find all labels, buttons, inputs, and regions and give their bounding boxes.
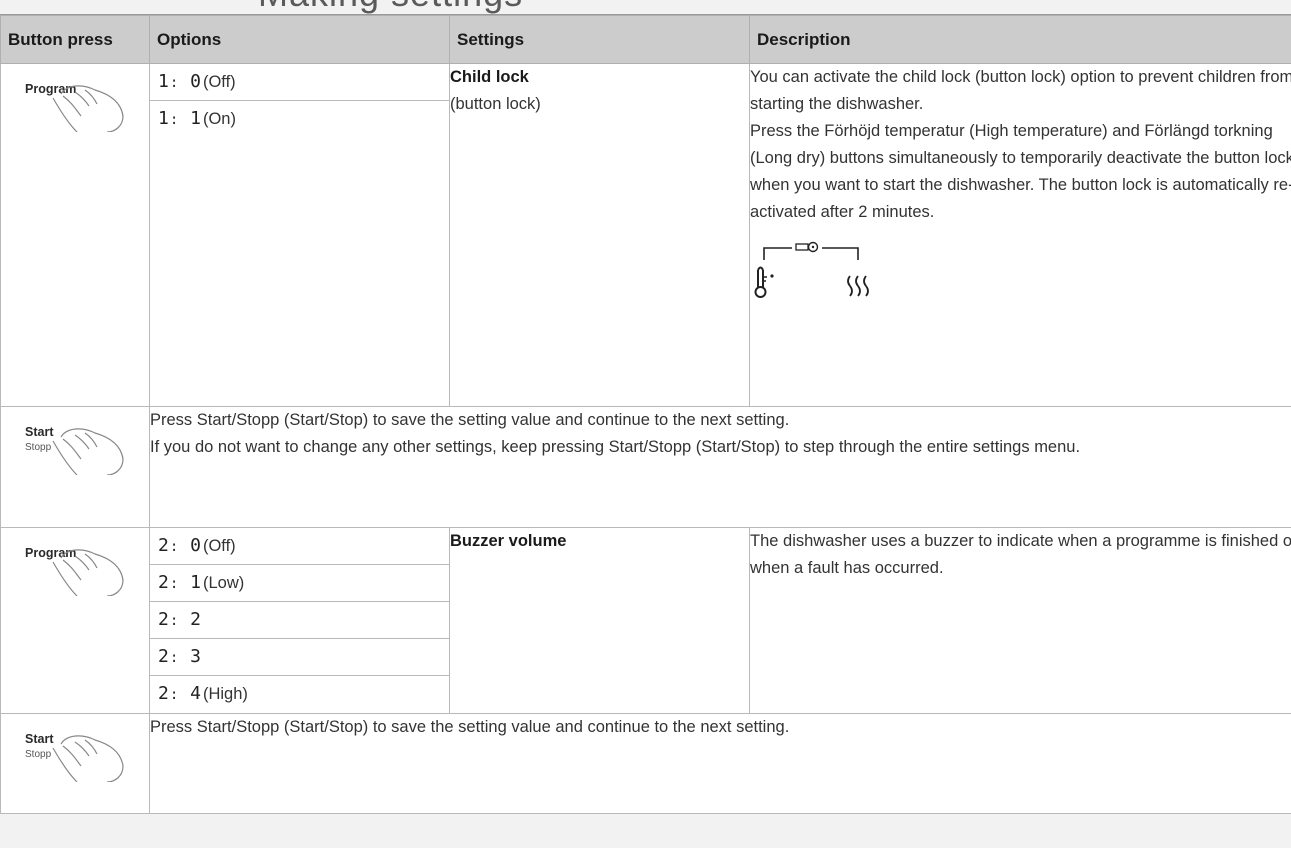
press-cell: Program <box>0 63 150 407</box>
instruction-cell: Press Start/Stopp (Start/Stop) to save t… <box>149 713 1291 814</box>
options-cell: 1: 0 (Off) 1: 1 (On) <box>149 63 450 407</box>
option-code: 2: 2 <box>158 608 201 630</box>
options-cell: 2: 0 (Off) 2: 1 (Low) 2: 2 2: 3 2: 4 (Hi… <box>149 527 450 714</box>
thermometer-icon <box>754 266 774 298</box>
table-row-start-stop: Start Stopp Press Start/Stopp (Start/Sto… <box>0 713 1291 814</box>
description-cell: You can activate the child lock (button … <box>749 63 1291 407</box>
option-label: (Low) <box>202 573 245 592</box>
option-row: 2: 1 (Low) <box>150 565 449 602</box>
option-label: (Off) <box>202 536 236 555</box>
col-header-options: Options <box>149 15 450 64</box>
setting-title: Buzzer volume <box>450 532 567 550</box>
option-code: 2: 1 <box>158 571 201 593</box>
steam-icon <box>847 275 869 297</box>
press-cell: Start Stopp <box>0 406 150 528</box>
option-row: 2: 3 <box>150 639 449 676</box>
description-text: Press the Förhöjd temperatur (High tempe… <box>750 122 1291 221</box>
page-title: Making settings <box>0 0 1291 14</box>
setting-title: Child lock <box>450 68 529 86</box>
setting-cell: Buzzer volume <box>449 527 750 714</box>
option-code: 2: 0 <box>158 534 201 556</box>
settings-table: Button press Options Settings Descriptio… <box>0 15 1291 814</box>
hand-press-icon <box>52 85 124 132</box>
program-button-hand: Program <box>23 536 133 596</box>
instruction-cell: Press Start/Stopp (Start/Stop) to save t… <box>149 406 1291 528</box>
option-row: 2: 4 (High) <box>150 676 449 713</box>
option-code: 2: 3 <box>158 645 201 667</box>
option-code: 1: 0 <box>158 70 201 92</box>
option-label: (Off) <box>202 72 236 91</box>
header-row: Button press Options Settings Descriptio… <box>0 15 1291 64</box>
instruction-text: Press Start/Stopp (Start/Stop) to save t… <box>150 718 790 736</box>
description-text: The dishwasher uses a buzzer to indicate… <box>750 532 1291 577</box>
hand-press-icon <box>52 549 124 596</box>
press-cell: Start Stopp <box>0 713 150 814</box>
option-row: 1: 1 (On) <box>150 101 449 138</box>
option-code: 1: 1 <box>158 108 201 129</box>
option-row: 2: 0 (Off) <box>150 528 449 565</box>
table-row-buzzer: Program 2: 0 (Off) 2: 1 (Low) 2: 2 2: 3 … <box>0 527 1291 714</box>
option-code: 2: 4 <box>158 683 201 704</box>
option-row: 1: 0 (Off) <box>150 64 449 101</box>
description-text: You can activate the child lock (button … <box>750 68 1291 113</box>
setting-subtitle: (button lock) <box>450 95 541 113</box>
table-row-child-lock: Program 1: 0 (Off) 1: 1 (On) Child lock … <box>0 63 1291 407</box>
description-cell: The dishwasher uses a buzzer to indicate… <box>749 527 1291 714</box>
option-label: (High) <box>202 685 248 703</box>
col-header-button-press: Button press <box>0 15 150 64</box>
button-lock-diagram <box>750 230 930 302</box>
start-button-hand: Start Stopp <box>23 722 133 782</box>
press-cell: Program <box>0 527 150 714</box>
instruction-text: If you do not want to change any other s… <box>150 438 1081 456</box>
col-header-settings: Settings <box>449 15 750 64</box>
col-header-description: Description <box>749 15 1291 64</box>
option-label: (On) <box>202 110 236 128</box>
program-button-hand: Program <box>23 72 133 132</box>
setting-cell: Child lock (button lock) <box>449 63 750 407</box>
hand-press-icon <box>52 428 124 475</box>
start-button-hand: Start Stopp <box>23 415 133 475</box>
key-icon <box>795 241 819 253</box>
option-row: 2: 2 <box>150 602 449 639</box>
instruction-text: Press Start/Stopp (Start/Stop) to save t… <box>150 411 790 429</box>
hand-press-icon <box>52 735 124 782</box>
table-row-start-stop: Start Stopp Press Start/Stopp (Start/Sto… <box>0 406 1291 528</box>
